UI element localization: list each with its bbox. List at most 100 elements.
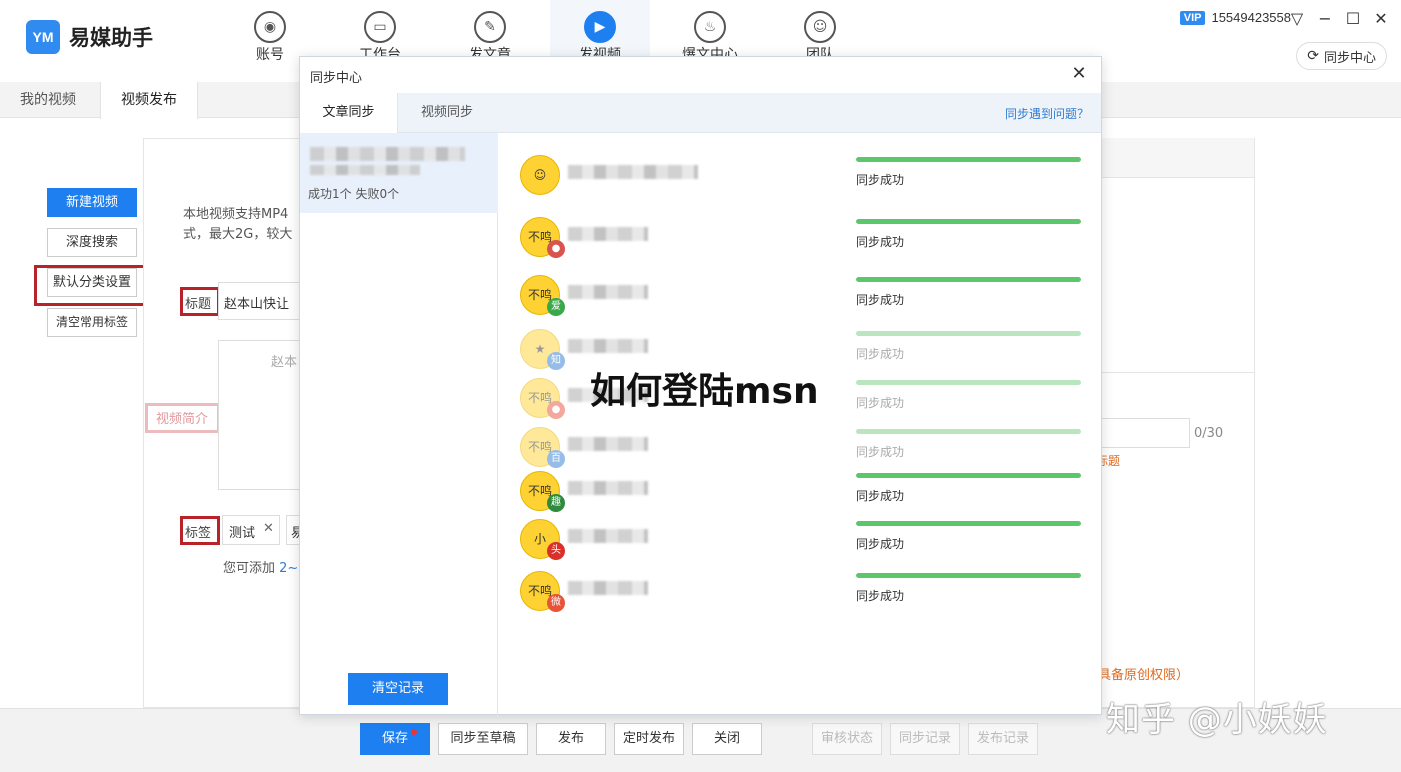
platform-badge-icon: ● <box>547 240 565 258</box>
sync-record-item[interactable]: 成功1个 失败0个 <box>300 133 498 213</box>
blurred-title <box>310 165 420 175</box>
panel-header-strip <box>1102 138 1254 178</box>
title-value: 赵本山快让 <box>224 297 290 312</box>
progress-fill <box>856 521 1081 526</box>
account-avatar: 小头 <box>520 519 565 560</box>
clear-records-button[interactable]: 清空记录 <box>348 673 448 705</box>
sync-record-button[interactable]: 同步记录 <box>890 723 960 755</box>
minimize-icon[interactable]: − <box>1312 6 1338 32</box>
dropdown-icon[interactable]: ▽ <box>1284 6 1310 32</box>
progress-fill <box>856 219 1081 224</box>
app-name: 易媒助手 <box>69 26 153 50</box>
avatar-text: 不鸣 <box>527 391 552 405</box>
account-avatar: 不鸣 ● <box>520 378 565 419</box>
original-permission-note: 具备原创权限） <box>1098 668 1190 683</box>
feather-icon: ✎ <box>474 11 506 43</box>
tab-my-videos[interactable]: 我的视频 <box>0 82 96 118</box>
save-label: 保存 <box>381 731 408 746</box>
team-icon: ☺ <box>804 11 836 43</box>
highlight-box <box>145 403 220 433</box>
divider <box>1102 372 1254 373</box>
sync-status: 同步成功 <box>856 235 905 249</box>
blurred-account-name <box>568 481 648 495</box>
sync-status: 同步成功 <box>856 445 905 459</box>
blurred-account-name <box>568 437 648 451</box>
watermark: 知乎 @小妖妖 <box>1106 700 1328 740</box>
platform-badge-icon: ● <box>547 401 565 419</box>
help-link[interactable]: 同步遇到问题？ <box>1005 105 1089 122</box>
close-button[interactable]: 关闭 <box>692 723 762 755</box>
char-counter: 0/30 <box>1194 426 1224 441</box>
sync-account-row: ☺ 同步成功 <box>520 153 1090 201</box>
sync-progress-bar <box>856 219 1081 224</box>
tab-video-publish[interactable]: 视频发布 <box>100 82 198 119</box>
highlight-box <box>180 287 220 316</box>
sync-status: 同步成功 <box>856 489 905 503</box>
platform-badge-icon: 爱 <box>547 298 565 316</box>
review-status-button[interactable]: 审核状态 <box>812 723 882 755</box>
dialog-title: 同步中心 <box>310 71 363 86</box>
publish-button[interactable]: 发布 <box>536 723 606 755</box>
tag-chip-label: 测试 <box>229 526 256 541</box>
nav-video[interactable]: ▶ 发视频 <box>550 0 650 64</box>
sync-account-row: 不鸣趣 同步成功 <box>520 469 1090 517</box>
nav-team[interactable]: ☺ 团队 <box>770 0 870 64</box>
dialog-header: 同步中心 ✕ <box>300 57 1101 93</box>
upload-hint: 本地视频支持MP4 <box>183 207 289 222</box>
app-window: YM 易媒助手 ◉ 账号 ▭ 工作台 ✎ 发文章 ▶ 发视频 ♨ 爆文中心 ☺ … <box>0 0 1401 772</box>
highlight-box <box>34 265 153 306</box>
close-window-icon[interactable]: ✕ <box>1368 6 1394 32</box>
monitor-icon: ▭ <box>364 11 396 43</box>
account-avatar: ☺ <box>520 155 560 195</box>
nav-account[interactable]: ◉ 账号 <box>220 0 320 64</box>
deep-search-button[interactable]: 深度搜索 <box>47 228 137 257</box>
nav-workbench[interactable]: ▭ 工作台 <box>330 0 430 64</box>
dialog-tabs: 文章同步 视频同步 同步遇到问题？ <box>300 93 1101 133</box>
sync-center-label: 同步中心 <box>1323 50 1376 66</box>
user-icon: ◉ <box>254 11 286 43</box>
blurred-account-name <box>568 165 698 179</box>
scheduled-publish-button[interactable]: 定时发布 <box>614 723 684 755</box>
blurred-account-name <box>568 285 648 299</box>
tab-video-sync[interactable]: 视频同步 <box>398 93 496 133</box>
close-icon[interactable]: ✕ <box>1069 63 1089 84</box>
account-avatar: 不鸣趣 <box>520 471 565 512</box>
progress-fill <box>856 331 1081 336</box>
save-button[interactable]: 保存 <box>360 723 430 755</box>
progress-fill <box>856 157 1081 162</box>
clear-tags-button[interactable]: 清空常用标签 <box>47 308 137 337</box>
sync-center-button[interactable]: ⟳ 同步中心 <box>1296 42 1387 70</box>
vip-badge: VIP <box>1179 10 1206 25</box>
avatar-text: 不鸣 <box>527 584 552 598</box>
nav-article[interactable]: ✎ 发文章 <box>440 0 540 64</box>
platform-badge-icon: 微 <box>547 594 565 612</box>
sync-progress-bar <box>856 473 1081 478</box>
sync-account-row: 不鸣 ● 同步成功 <box>520 215 1090 263</box>
sync-progress-bar <box>856 277 1081 282</box>
tag-chip[interactable]: 测试 ✕ <box>222 515 280 545</box>
tab-article-sync[interactable]: 文章同步 <box>300 93 398 133</box>
sync-status: 同步成功 <box>856 347 905 361</box>
remove-tag-icon[interactable]: ✕ <box>263 521 274 536</box>
avatar-text: 不鸣 <box>527 230 552 244</box>
user-info[interactable]: VIP 15549423558 <box>1179 10 1291 25</box>
highlight-box <box>180 516 220 545</box>
app-logo: YM 易媒助手 <box>26 20 153 54</box>
upload-hint-2: 式，最大2G，较大 <box>183 227 293 242</box>
sync-account-row: 不鸣爱 同步成功 <box>520 273 1090 321</box>
new-video-button[interactable]: 新建视频 <box>47 188 137 217</box>
avatar-text: 不鸣 <box>527 484 552 498</box>
publish-record-button[interactable]: 发布记录 <box>968 723 1038 755</box>
sync-status: 同步成功 <box>856 173 905 187</box>
nav-hot[interactable]: ♨ 爆文中心 <box>660 0 760 64</box>
account-avatar: ★ 知 <box>520 329 565 370</box>
refresh-icon: ⟳ <box>1307 48 1319 64</box>
maximize-icon[interactable]: ☐ <box>1340 6 1366 32</box>
account-avatar: 不鸣爱 <box>520 275 565 316</box>
title-input[interactable]: 赵本山快让 <box>218 282 308 320</box>
intro-textarea[interactable]: 赵本 <box>218 340 308 490</box>
right-input[interactable] <box>1098 418 1190 448</box>
blurred-account-name <box>568 581 648 595</box>
platform-badge-icon: 知 <box>547 352 565 370</box>
sync-draft-button[interactable]: 同步至草稿 <box>438 723 528 755</box>
